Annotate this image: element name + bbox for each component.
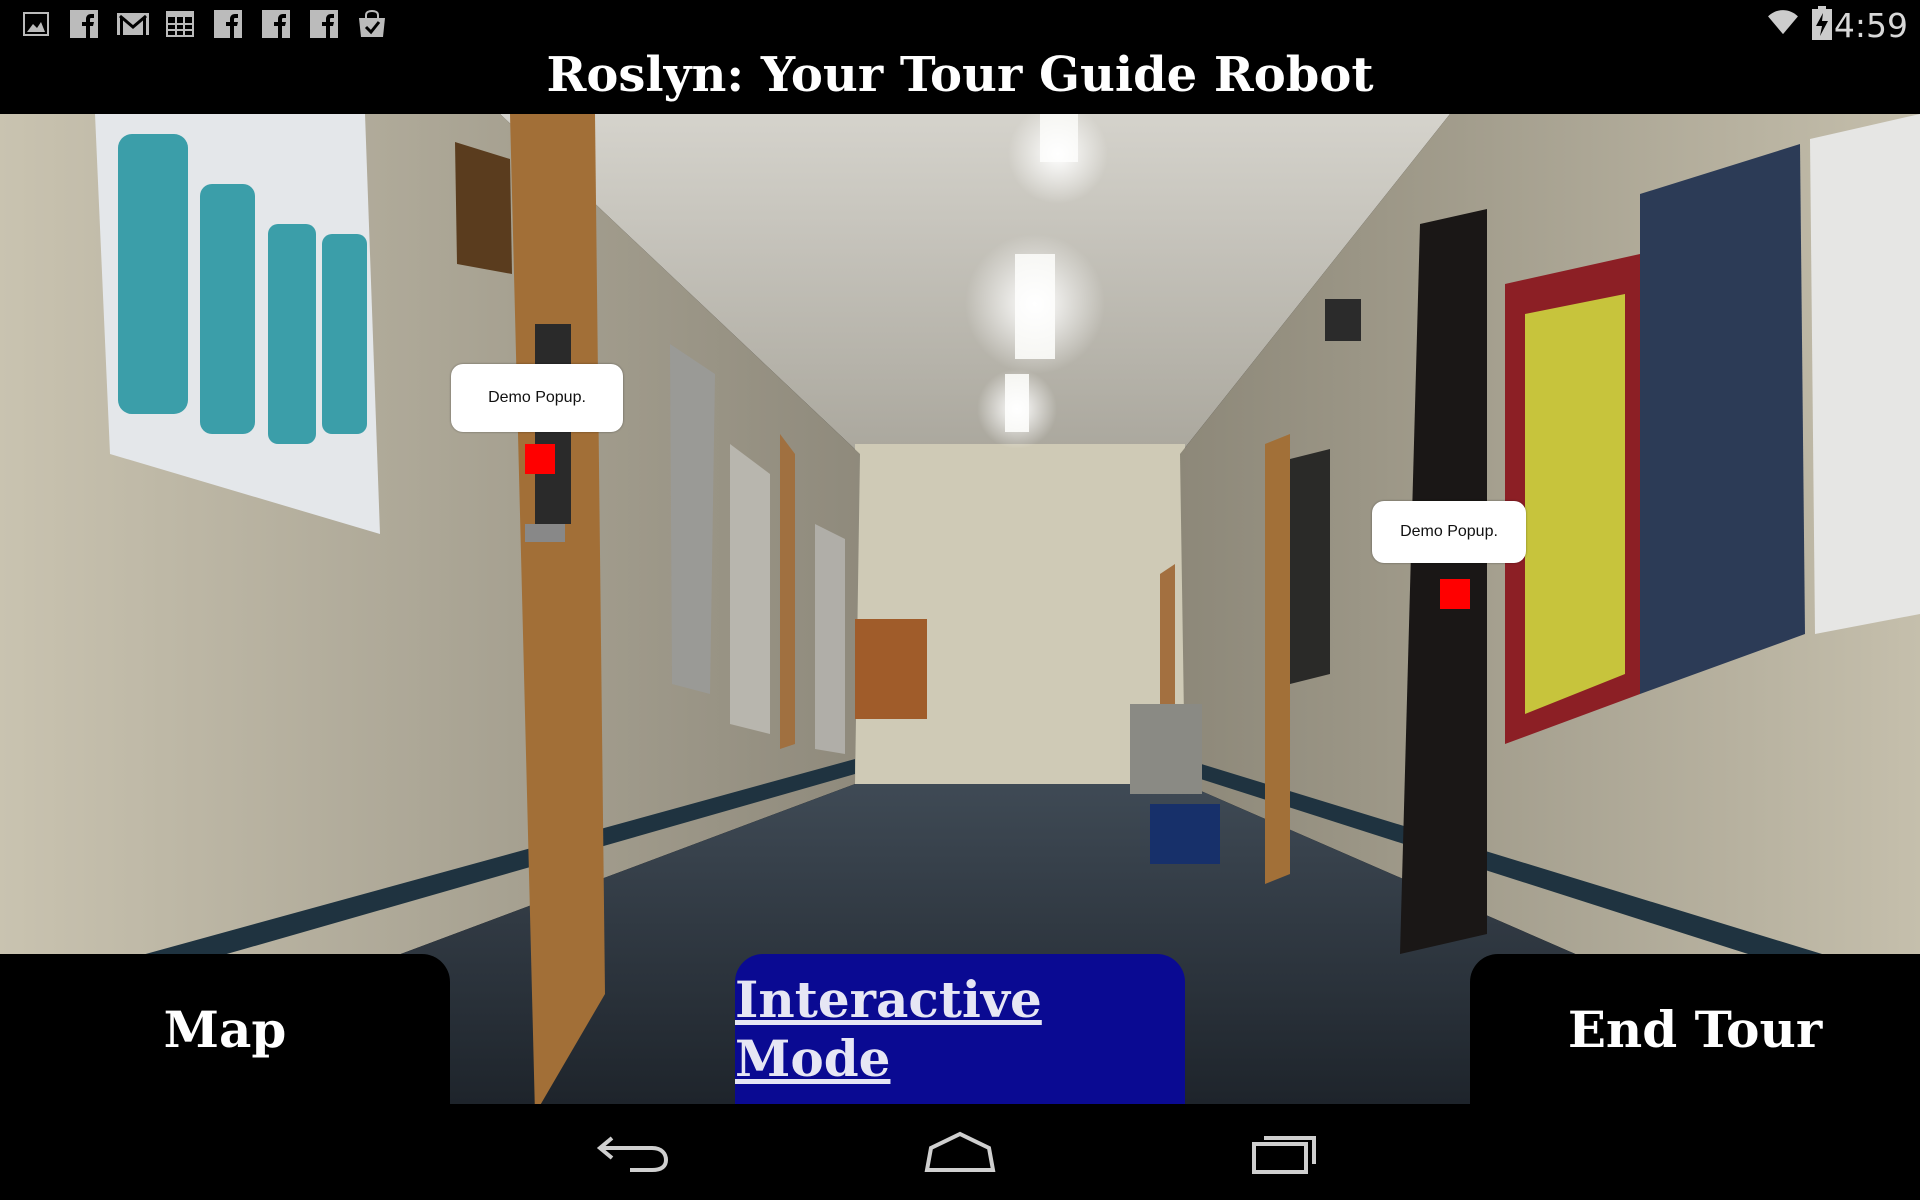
- hotspot-marker-right[interactable]: [1440, 579, 1470, 609]
- facebook-icon: [70, 10, 98, 38]
- facebook-icon: [310, 10, 338, 38]
- status-bar: 4:59: [0, 0, 1920, 50]
- interactive-mode-label: Interactive Mode: [735, 970, 1042, 1088]
- demo-popup-right[interactable]: Demo Popup.: [1372, 501, 1526, 563]
- facebook-icon: [214, 10, 242, 38]
- back-icon[interactable]: [590, 1124, 680, 1180]
- map-button-label: Map: [163, 999, 287, 1059]
- battery-charging-icon: [1812, 6, 1832, 40]
- map-button[interactable]: Map: [0, 954, 450, 1104]
- shopping-bag-check-icon: [359, 10, 385, 37]
- wifi-icon: [1768, 10, 1798, 35]
- image-icon: [23, 12, 49, 36]
- page-title: Roslyn: Your Tour Guide Robot: [546, 47, 1374, 103]
- home-icon[interactable]: [915, 1124, 1005, 1180]
- calendar-icon: [166, 11, 194, 37]
- end-tour-label: End Tour: [1567, 999, 1823, 1059]
- recent-apps-icon[interactable]: [1240, 1124, 1330, 1180]
- navigation-bar: [0, 1104, 1920, 1200]
- demo-popup-left[interactable]: Demo Popup.: [451, 364, 623, 432]
- end-tour-button[interactable]: End Tour: [1470, 954, 1920, 1104]
- app-bar: Roslyn: Your Tour Guide Robot: [0, 50, 1920, 114]
- gmail-icon: [117, 13, 149, 35]
- clock: 4:59: [1833, 6, 1908, 45]
- facebook-icon: [262, 10, 290, 38]
- hotspot-marker-left[interactable]: [525, 444, 555, 474]
- interactive-mode-button[interactable]: Interactive Mode: [735, 954, 1185, 1104]
